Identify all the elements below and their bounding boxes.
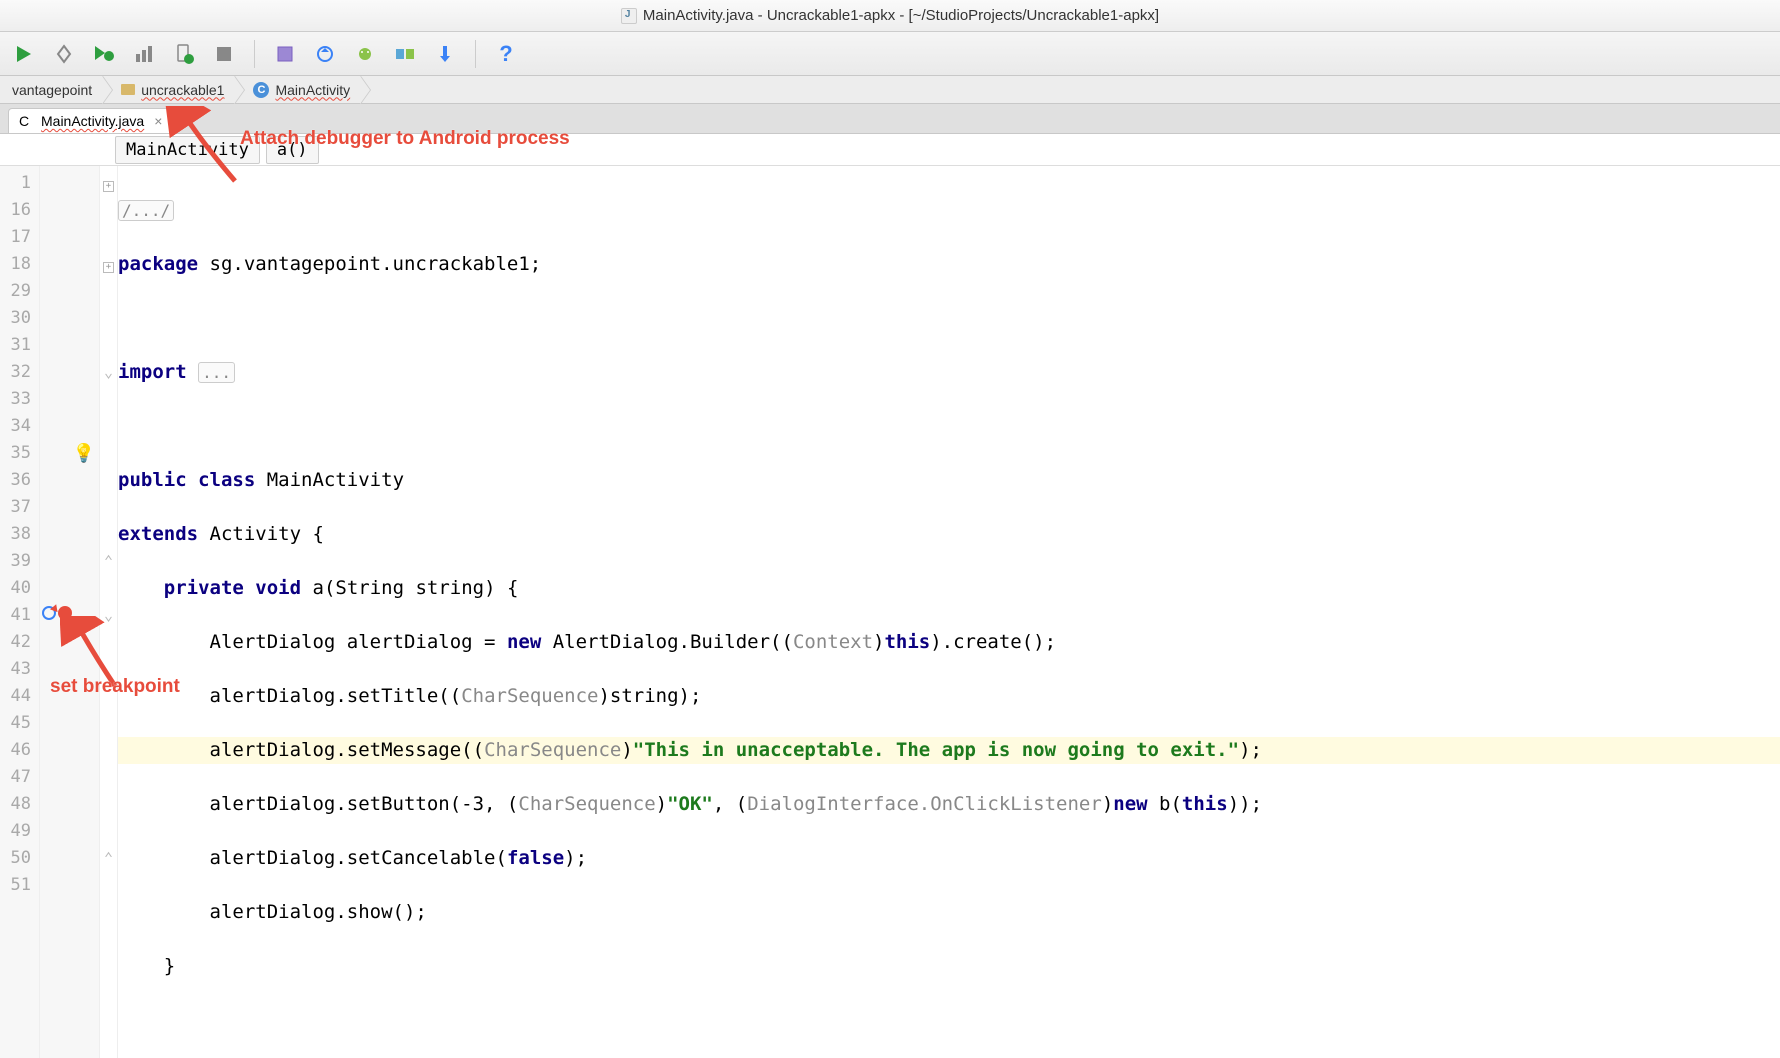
breadcrumb-label: uncrackable1	[141, 82, 224, 98]
breadcrumb-label: vantagepoint	[12, 82, 92, 98]
sdk-manager-button[interactable]	[393, 42, 417, 66]
sync-button[interactable]	[313, 42, 337, 66]
attach-debugger-button[interactable]	[172, 42, 196, 66]
fold-toggle[interactable]: ⌃	[100, 845, 117, 872]
folded-region[interactable]: /.../	[118, 200, 174, 221]
class-icon: C	[19, 113, 35, 129]
class-icon: C	[253, 82, 269, 98]
layout-editor-button[interactable]	[273, 42, 297, 66]
line-number: 1	[0, 170, 31, 197]
breadcrumb-item-uncrackable1[interactable]: uncrackable1	[103, 76, 235, 103]
line-number: 44	[0, 683, 31, 710]
line-number: 33	[0, 386, 31, 413]
code-editor[interactable]: 1 16 17 18 29 30 31 32 33 34 35 36 37 38…	[0, 166, 1780, 1058]
window-titlebar: MainActivity.java - Uncrackable1-apkx - …	[0, 0, 1780, 32]
line-number: 16	[0, 197, 31, 224]
line-number: 29	[0, 278, 31, 305]
structure-nav-bar: MainActivity a()	[0, 134, 1780, 166]
nav-chip-class[interactable]: MainActivity	[115, 136, 260, 164]
line-number: 49	[0, 818, 31, 845]
fold-toggle[interactable]: +	[100, 170, 117, 197]
download-button[interactable]	[433, 42, 457, 66]
editor-tab-mainactivity[interactable]: C MainActivity.java ×	[8, 108, 173, 133]
line-number: 36	[0, 467, 31, 494]
line-number: 41	[0, 602, 31, 629]
window-title: MainActivity.java - Uncrackable1-apkx - …	[643, 7, 1159, 24]
debug-button[interactable]	[92, 42, 116, 66]
apply-changes-button[interactable]	[52, 42, 76, 66]
stop-button[interactable]	[212, 42, 236, 66]
line-number: 43	[0, 656, 31, 683]
profile-button[interactable]	[132, 42, 156, 66]
breakpoint-marker[interactable]	[40, 602, 99, 629]
breadcrumb-label: MainActivity	[275, 82, 350, 98]
java-file-icon	[621, 8, 637, 24]
line-number: 46	[0, 737, 31, 764]
toolbar-separator	[254, 40, 255, 68]
line-number: 39	[0, 548, 31, 575]
editor-tab-bar: C MainActivity.java ×	[0, 104, 1780, 134]
close-tab-button[interactable]: ×	[154, 113, 162, 129]
fold-toggle[interactable]: +	[100, 251, 117, 278]
line-number: 40	[0, 575, 31, 602]
fold-toggle[interactable]: ⌃	[100, 548, 117, 575]
gutter-line-numbers[interactable]: 1 16 17 18 29 30 31 32 33 34 35 36 37 38…	[0, 166, 40, 1058]
line-number: 48	[0, 791, 31, 818]
line-number: 51	[0, 872, 31, 899]
line-number: 38	[0, 521, 31, 548]
tab-label: MainActivity.java	[41, 113, 144, 129]
nav-chip-method[interactable]: a()	[266, 136, 319, 164]
main-toolbar: ?	[0, 32, 1780, 76]
code-content[interactable]: /.../ package sg.vantagepoint.uncrackabl…	[118, 166, 1780, 1058]
toolbar-separator	[475, 40, 476, 68]
line-number: 18	[0, 251, 31, 278]
line-number: 17	[0, 224, 31, 251]
gutter-icons[interactable]: 💡	[40, 166, 100, 1058]
run-button[interactable]	[12, 42, 36, 66]
folded-region[interactable]: ...	[198, 362, 235, 383]
line-number: 45	[0, 710, 31, 737]
breadcrumb-item-vantagepoint[interactable]: vantagepoint	[0, 76, 103, 103]
line-number: 31	[0, 332, 31, 359]
line-number: 42	[0, 629, 31, 656]
intention-bulb-icon[interactable]: 💡	[40, 440, 99, 467]
line-number: 47	[0, 764, 31, 791]
fold-toggle[interactable]: ⌄	[100, 602, 117, 629]
breadcrumb-bar: vantagepoint uncrackable1 C MainActivity	[0, 76, 1780, 104]
line-number: 32	[0, 359, 31, 386]
gutter-fold[interactable]: + + ⌄ ⌃ ⌄ ⌃	[100, 166, 118, 1058]
line-number: 50	[0, 845, 31, 872]
line-number: 34	[0, 413, 31, 440]
line-number: 37	[0, 494, 31, 521]
line-number: 30	[0, 305, 31, 332]
folder-icon	[121, 84, 135, 95]
avd-manager-button[interactable]	[353, 42, 377, 66]
line-number: 35	[0, 440, 31, 467]
help-button[interactable]: ?	[494, 42, 518, 66]
breadcrumb-item-mainactivity[interactable]: C MainActivity	[235, 76, 361, 103]
fold-toggle[interactable]: ⌄	[100, 359, 117, 386]
